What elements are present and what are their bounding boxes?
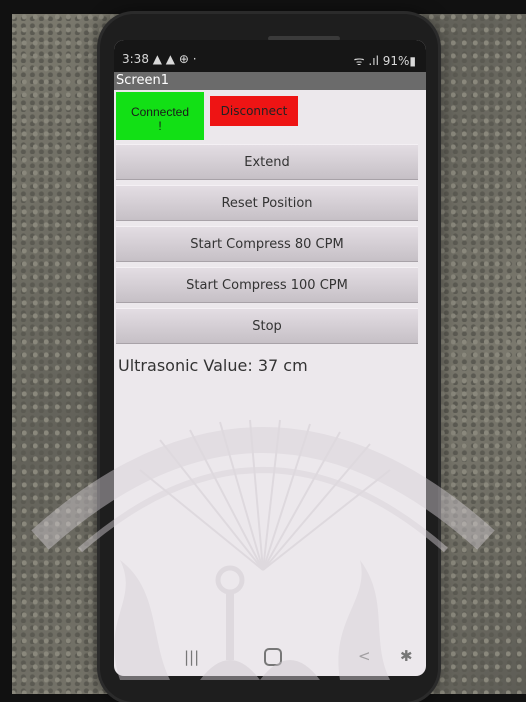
phone-screen: 3:38 ▲ ▲ ⊕ · ᯤ .ıl 91%▮ Screen1 Connecte… <box>114 40 426 676</box>
extend-button[interactable]: Extend <box>116 144 418 180</box>
photo-border-top <box>0 0 526 14</box>
accessibility-icon[interactable]: ✱ <box>400 647 413 665</box>
reset-position-button[interactable]: Reset Position <box>116 185 418 221</box>
start-compress-80-button[interactable]: Start Compress 80 CPM <box>116 226 418 262</box>
status-bar: 3:38 ▲ ▲ ⊕ · ᯤ .ıl 91%▮ <box>114 40 426 72</box>
connected-button[interactable]: Connected ! <box>116 92 204 140</box>
back-icon[interactable]: < <box>358 647 371 665</box>
android-nav-bar: ||| < ✱ <box>114 638 426 676</box>
ultrasonic-value-label: Ultrasonic Value: 37 cm <box>118 356 308 375</box>
status-indicators: ᯤ .ıl 91%▮ <box>353 54 416 68</box>
disconnect-button[interactable]: Disconnect <box>210 96 298 126</box>
photo-border-left <box>0 0 12 702</box>
start-compress-100-button[interactable]: Start Compress 100 CPM <box>116 267 418 303</box>
recent-apps-icon[interactable]: ||| <box>184 648 199 666</box>
app-title: Screen1 <box>114 72 426 90</box>
status-time: 3:38 ▲ ▲ ⊕ · <box>122 52 197 66</box>
home-icon[interactable] <box>264 648 282 666</box>
stop-button[interactable]: Stop <box>116 308 418 344</box>
